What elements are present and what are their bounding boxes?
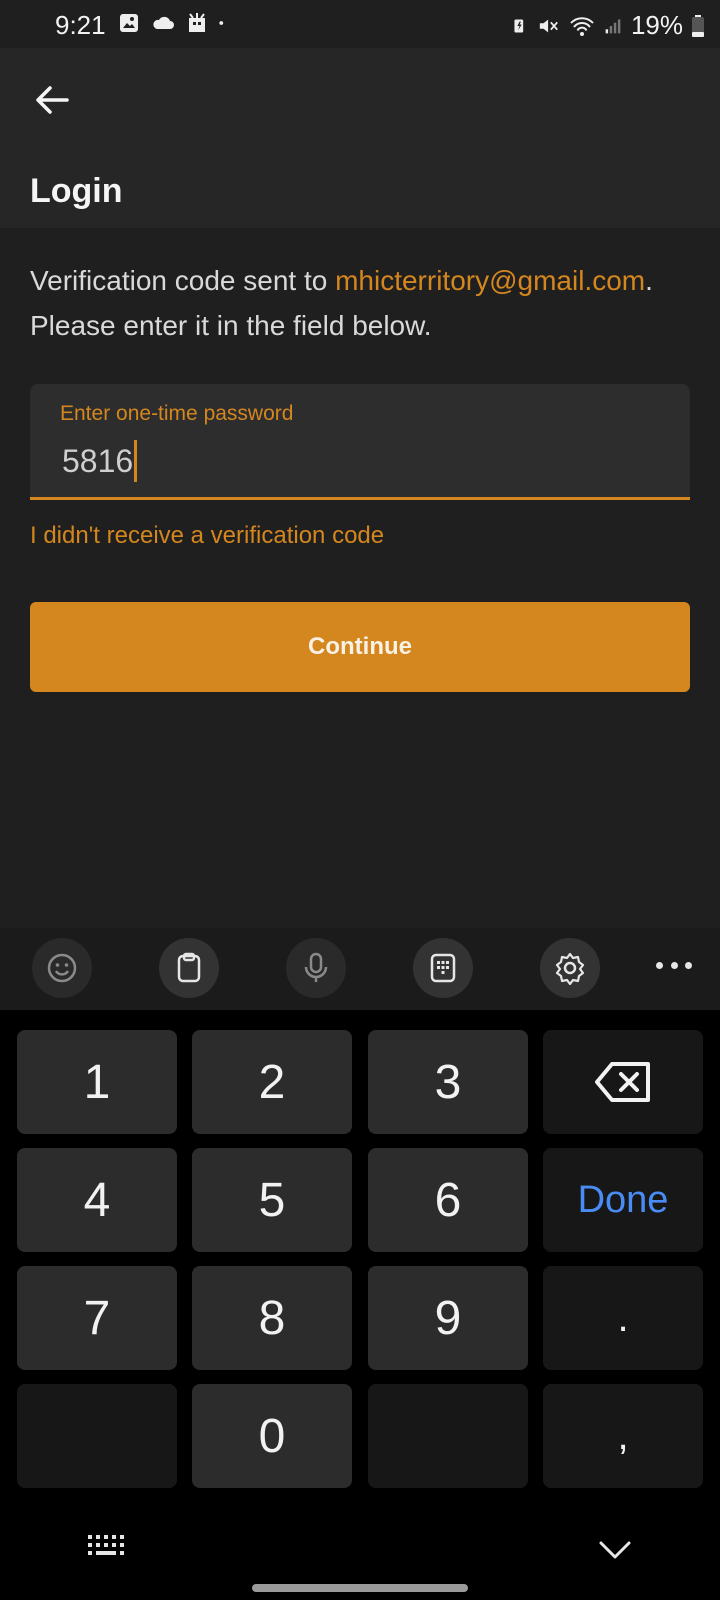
cloud-icon [153, 16, 174, 29]
gear-icon [555, 952, 585, 985]
status-system-icons: 19% [513, 10, 704, 41]
battery-percent: 19% [630, 10, 683, 40]
keyboard-toolbar [0, 928, 720, 1010]
hide-keyboard-button[interactable] [598, 1540, 632, 1565]
mute-icon [539, 19, 558, 32]
key-9[interactable]: 9 [368, 1266, 528, 1370]
otp-field-label: Enter one-time password [60, 402, 294, 425]
more-notifications-dot-icon [219, 21, 224, 25]
backspace-icon [595, 1062, 650, 1102]
key-5[interactable]: 5 [192, 1148, 352, 1252]
key-empty [368, 1384, 528, 1488]
dot-icon [656, 961, 663, 969]
status-bar: 9:21 19% [0, 0, 720, 48]
key-2[interactable]: 2 [192, 1030, 352, 1134]
key-0[interactable]: 0 [192, 1384, 352, 1488]
keyboard-mode-button[interactable] [413, 938, 473, 998]
otp-input[interactable]: 5816 [62, 440, 138, 482]
key-8[interactable]: 8 [192, 1266, 352, 1370]
status-time: 9:21 [55, 10, 106, 40]
emoji-button[interactable] [32, 938, 92, 998]
keyboard-icon [88, 1535, 124, 1555]
back-arrow-icon [36, 86, 69, 114]
message-prefix: Verification code sent to [30, 265, 336, 296]
keyboard-settings-button[interactable] [540, 938, 600, 998]
back-button[interactable] [30, 78, 74, 122]
backspace-key[interactable] [543, 1030, 703, 1134]
otp-input-field[interactable]: Enter one-time password 5816 [30, 384, 690, 500]
numeric-keypad-icon [430, 953, 456, 983]
app-notification-icon [189, 13, 205, 32]
key-7[interactable]: 7 [17, 1266, 177, 1370]
key-empty [17, 1384, 177, 1488]
gallery-icon [120, 14, 138, 32]
signal-icon [605, 18, 621, 33]
key-3[interactable]: 3 [368, 1030, 528, 1134]
key-1[interactable]: 1 [17, 1030, 177, 1134]
more-options-button[interactable] [656, 950, 692, 980]
battery-saver-icon [514, 18, 524, 33]
text-cursor [134, 440, 138, 482]
clipboard-button[interactable] [159, 938, 219, 998]
battery-icon [692, 14, 704, 37]
otp-value-text: 5816 [62, 442, 134, 479]
continue-button[interactable]: Continue [30, 602, 690, 692]
key-comma[interactable]: , [543, 1384, 703, 1488]
emoji-icon [47, 953, 77, 983]
resend-code-link[interactable]: I didn't receive a verification code [30, 522, 384, 550]
home-indicator[interactable] [252, 1584, 468, 1592]
dot-icon [670, 961, 678, 969]
app-bar: Login [0, 48, 720, 228]
verification-message: Verification code sent to mhicterritory@… [30, 258, 690, 348]
clipboard-icon [177, 952, 201, 983]
done-key[interactable]: Done [543, 1148, 703, 1252]
dot-icon [685, 961, 692, 969]
chevron-down-icon [599, 1541, 631, 1559]
status-notification-icons [118, 12, 230, 34]
key-6[interactable]: 6 [368, 1148, 528, 1252]
wifi-icon [570, 16, 594, 36]
key-period[interactable]: . [543, 1266, 703, 1370]
microphone-icon [304, 952, 328, 982]
key-4[interactable]: 4 [17, 1148, 177, 1252]
message-email: mhicterritory@gmail.com [335, 265, 646, 296]
page-title: Login [30, 172, 123, 210]
switch-keyboard-button[interactable] [88, 1535, 124, 1560]
voice-input-button[interactable] [286, 938, 346, 998]
